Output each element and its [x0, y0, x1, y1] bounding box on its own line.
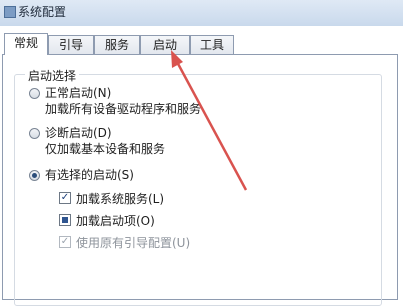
radio-selected-dot — [32, 173, 37, 178]
general-tab-pane: 启动选择 正常启动(N) 加载所有设备驱动程序和服务 诊断启动(D) 仅加载基本… — [2, 54, 398, 306]
selective-startup-radio[interactable] — [29, 170, 40, 181]
tab-strip: 常规 引导 服务 启动 工具 — [0, 33, 403, 55]
window-title: 系统配置 — [18, 5, 67, 19]
indeterminate-mark — [62, 217, 68, 223]
tab-startup[interactable]: 启动 — [140, 35, 190, 54]
tab-boot[interactable]: 引导 — [48, 35, 94, 54]
group-title: 启动选择 — [25, 67, 80, 84]
load-startup-items-label[interactable]: 加载启动项(O) — [76, 212, 155, 229]
load-system-services-checkbox[interactable]: ✓ — [59, 192, 71, 204]
title-bar: 系统配置 — [0, 0, 403, 26]
diagnostic-startup-label[interactable]: 诊断启动(D) — [45, 124, 112, 141]
use-original-boot-config-label: 使用原有引导配置(U) — [76, 236, 191, 250]
load-system-services-label[interactable]: 加载系统服务(L) — [76, 190, 164, 207]
normal-startup-desc: 加载所有设备驱动程序和服务 — [45, 102, 202, 116]
selective-startup-label[interactable]: 有选择的启动(S) — [45, 166, 134, 183]
app-icon — [4, 6, 16, 18]
normal-startup-radio[interactable] — [29, 88, 40, 99]
tab-tools[interactable]: 工具 — [190, 35, 234, 54]
tab-general[interactable]: 常规 — [4, 33, 48, 55]
tab-services[interactable]: 服务 — [94, 35, 140, 54]
diagnostic-startup-desc: 仅加载基本设备和服务 — [45, 142, 166, 156]
load-startup-items-checkbox[interactable] — [59, 214, 71, 226]
use-original-boot-config-checkbox: ✓ — [59, 236, 71, 248]
normal-startup-label[interactable]: 正常启动(N) — [45, 84, 111, 101]
diagnostic-startup-radio[interactable] — [29, 128, 40, 139]
